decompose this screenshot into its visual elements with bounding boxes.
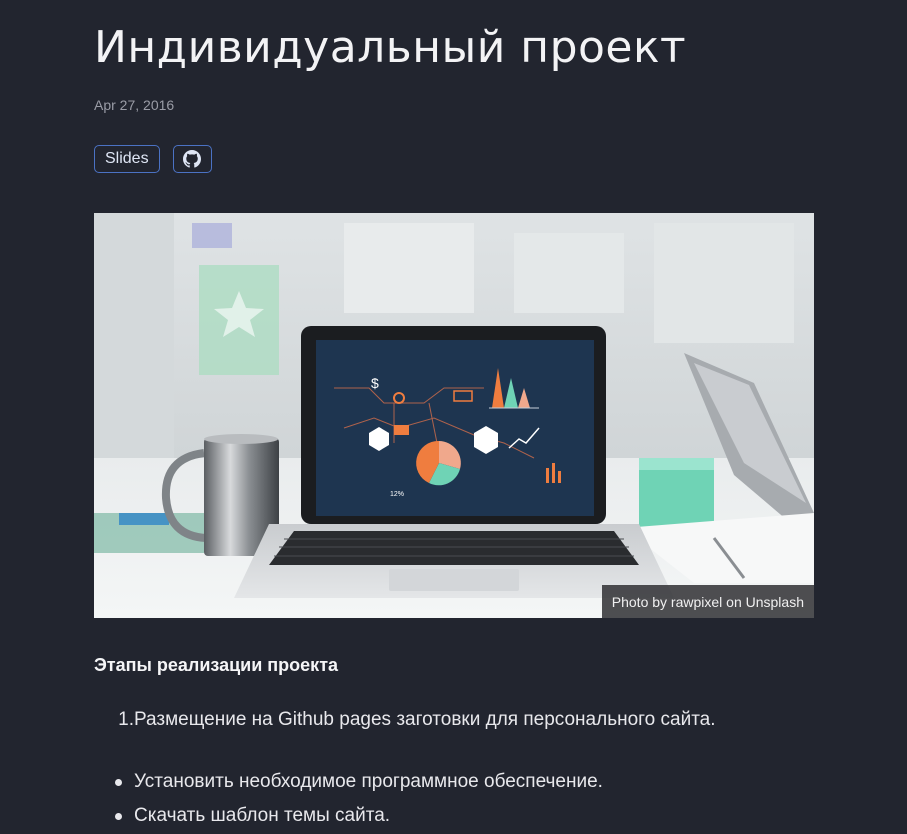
list-item-text: Размещение на Github pages заготовки для… xyxy=(134,709,716,730)
post-page: Индивидуальный проект Apr 27, 2016 Slide… xyxy=(0,0,907,834)
list-item-number: 1. xyxy=(118,709,134,730)
laptop-photo: $ 12% xyxy=(94,213,814,618)
github-button[interactable] xyxy=(172,145,212,173)
bullet-list: Установить необходимое программное обесп… xyxy=(94,765,603,833)
slides-button[interactable]: Slides xyxy=(94,145,160,173)
section-heading: Этапы реализации проекта xyxy=(94,655,339,675)
github-icon xyxy=(183,150,202,168)
list-item: Скачать шаблон темы сайта. xyxy=(94,799,603,833)
list-item: 1. Размещение на Github pages заготовки … xyxy=(94,709,716,731)
bullet-icon xyxy=(94,778,134,786)
list-item: Установить необходимое программное обесп… xyxy=(94,765,603,799)
post-date: Apr 27, 2016 xyxy=(94,97,175,113)
chart-label: 12% xyxy=(390,491,404,498)
list-item-text: Установить необходимое программное обесп… xyxy=(134,771,603,792)
svg-text:$: $ xyxy=(371,375,379,391)
bullet-icon xyxy=(94,812,134,820)
page-title: Индивидуальный проект xyxy=(94,22,687,73)
ordered-list: 1. Размещение на Github pages заготовки … xyxy=(94,709,716,731)
post-links: Slides xyxy=(94,145,212,173)
list-item-text: Скачать шаблон темы сайта. xyxy=(134,805,391,826)
hero-image: $ 12% Photo by rawpixel on Unsplash xyxy=(94,213,814,618)
image-caption: Photo by rawpixel on Unsplash xyxy=(601,585,814,618)
